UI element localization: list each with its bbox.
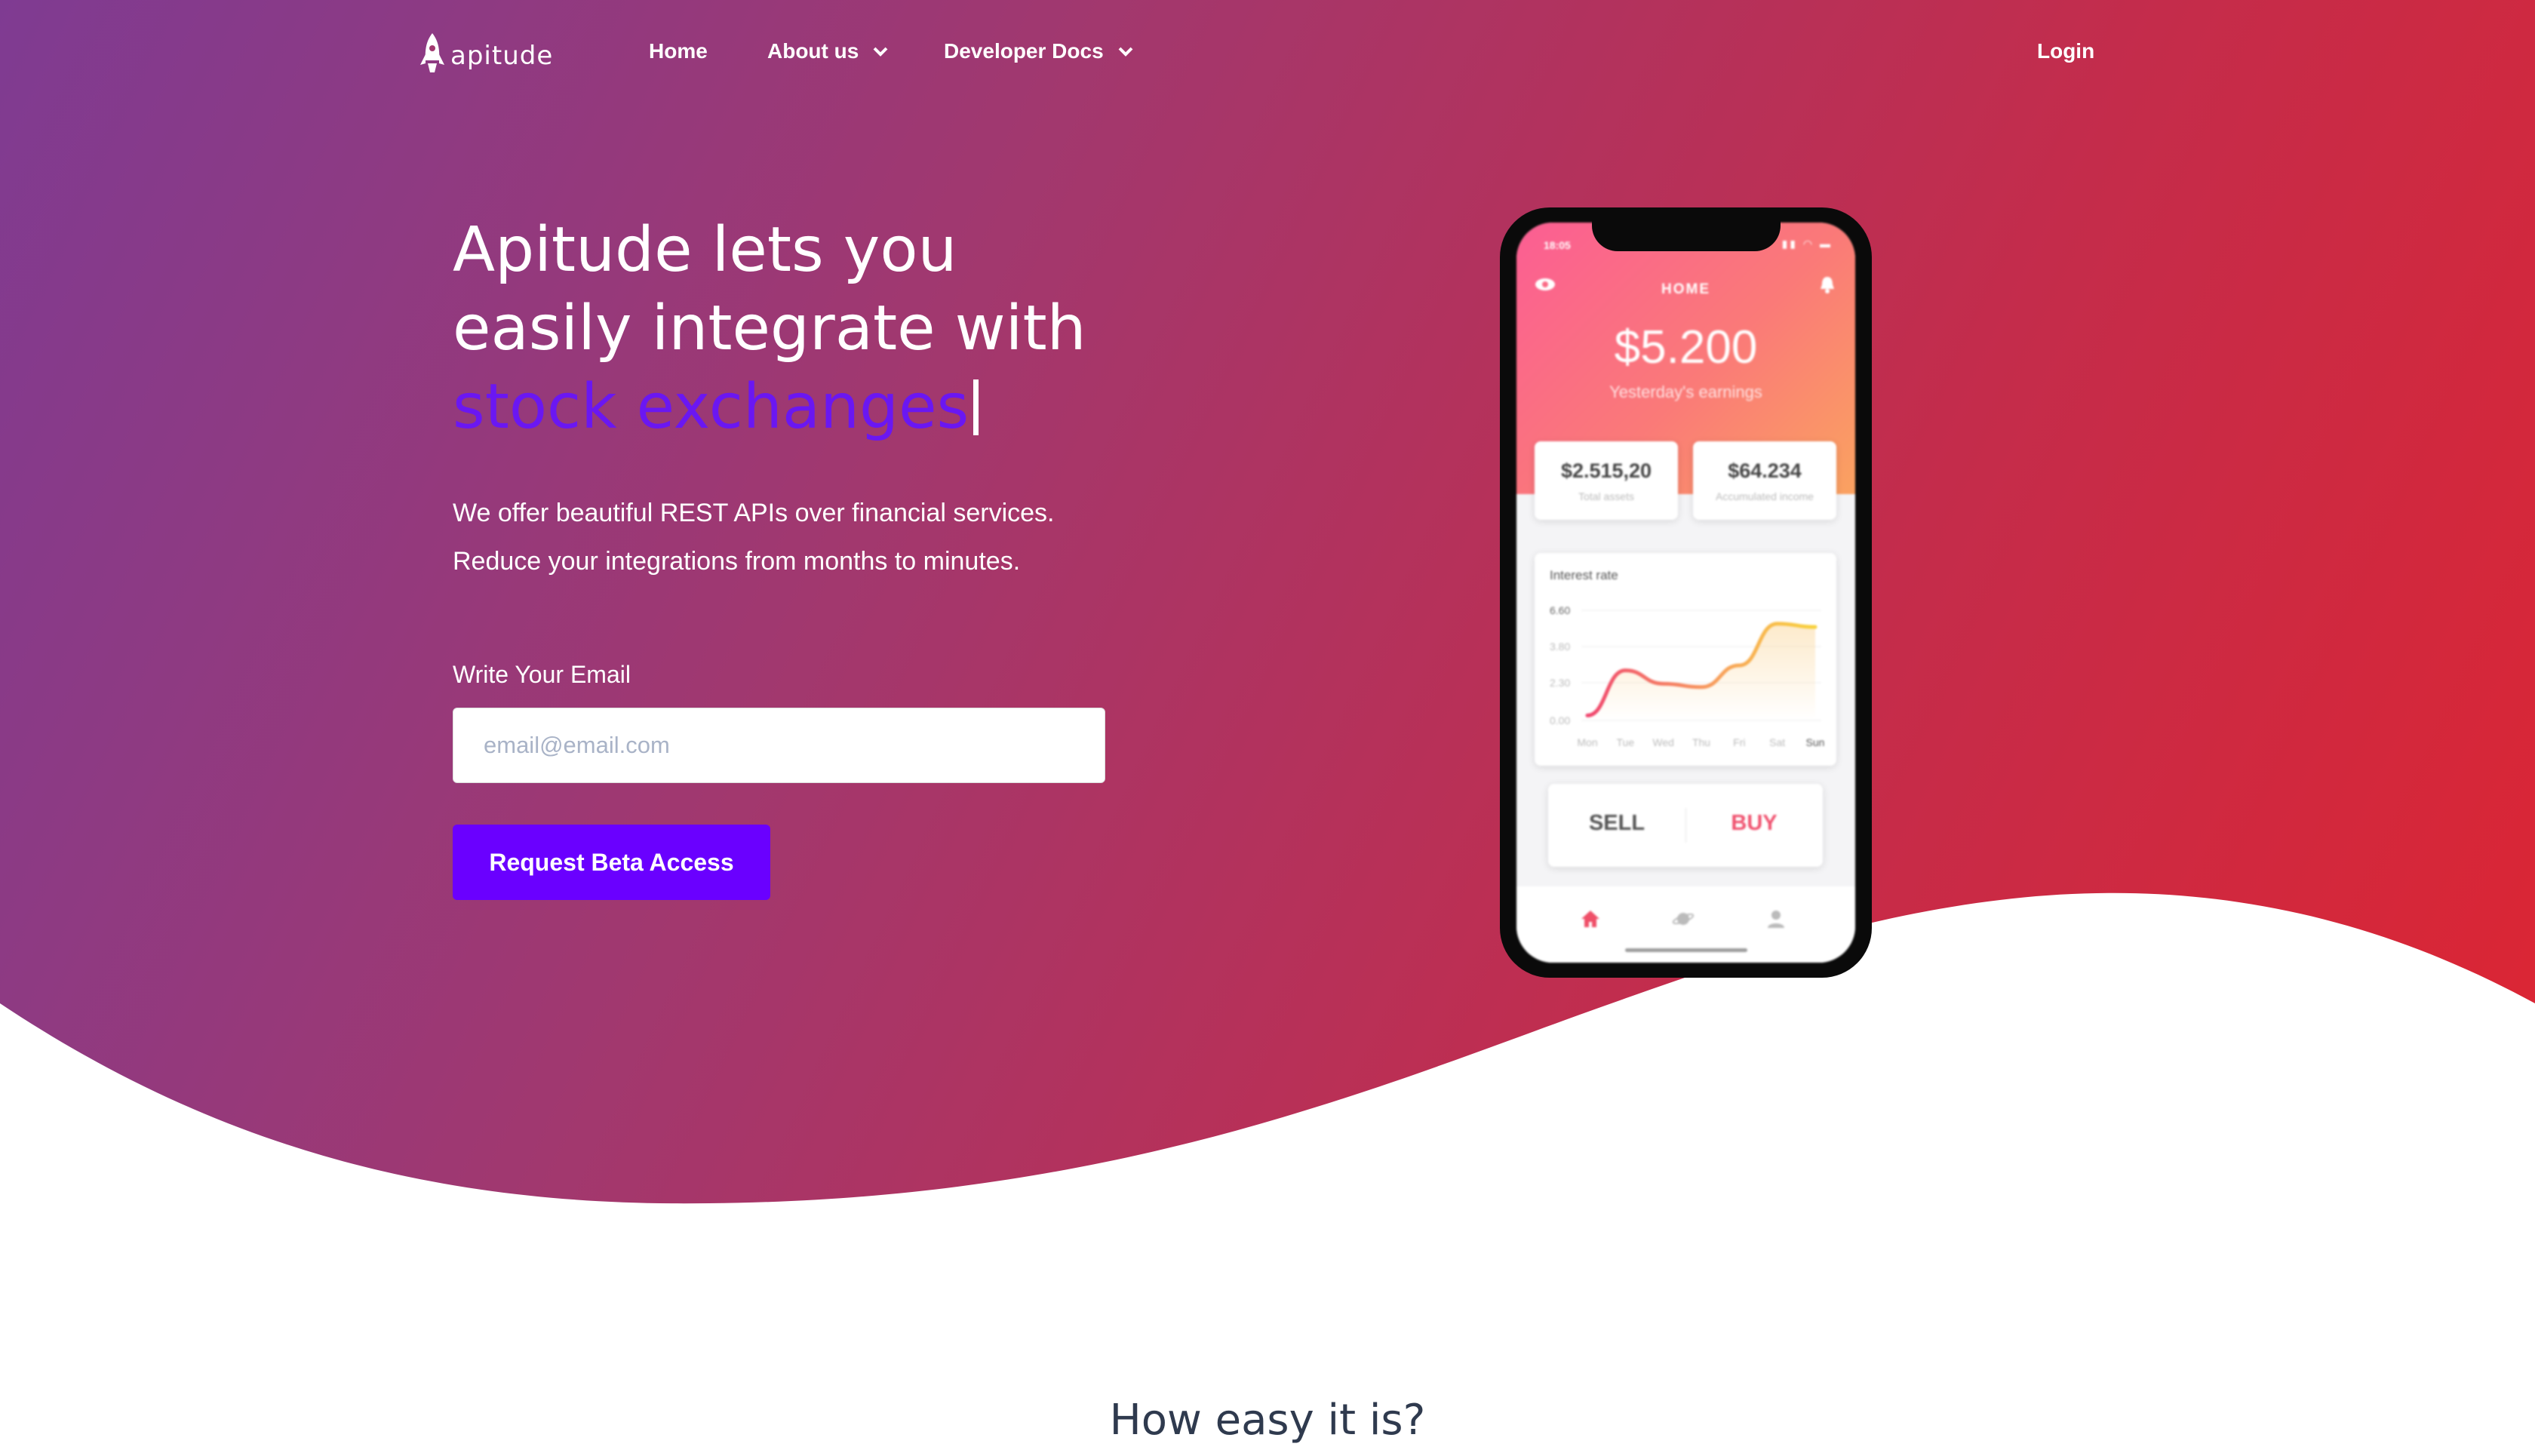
interest-line-chart: 6.60 3.80 2.30 0.00 Mon Tue Wed Thu Fri Sat Sun xyxy=(1550,604,1825,748)
y-tick-label: 2.30 xyxy=(1550,677,1570,689)
planet-icon[interactable] xyxy=(1672,908,1695,930)
subtext-line-1: We offer beautiful REST APIs over financ… xyxy=(453,499,1055,527)
hero-subtext: We offer beautiful REST APIs over financ… xyxy=(453,489,1207,585)
hero-wave xyxy=(0,830,2535,1207)
phone-screen: 18:05 ▮▮ ◠ ▬ HOME $5.200 Yesterday's ear… xyxy=(1516,223,1855,963)
hero-headline: Apitude lets you easily integrate with s… xyxy=(453,211,1132,447)
hero-background xyxy=(0,0,2535,1207)
status-time: 18:05 xyxy=(1544,239,1571,251)
total-assets-label: Total assets xyxy=(1578,490,1634,502)
interest-chart-card: Interest rate 6.60 3.80 2.30 0.00 Mon Tue Wed T… xyxy=(1535,553,1836,766)
nav-about-label: About us xyxy=(767,39,859,63)
x-tick-label: Fri xyxy=(1733,736,1745,748)
email-input[interactable] xyxy=(453,708,1105,783)
balance-caption: Yesterday's earnings xyxy=(1609,382,1762,401)
user-icon[interactable] xyxy=(1765,908,1787,930)
email-label: Write Your Email xyxy=(453,661,631,688)
nav-about-us[interactable]: About us xyxy=(767,39,889,63)
typing-cursor xyxy=(973,379,979,435)
rocket-icon xyxy=(420,33,444,72)
section-title: How easy it is? xyxy=(1109,1396,1426,1445)
balance-value: $5.200 xyxy=(1614,321,1758,373)
y-tick-label: 6.60 xyxy=(1550,604,1570,616)
nav-developer-docs[interactable]: Developer Docs xyxy=(944,39,1134,63)
y-tick-label: 3.80 xyxy=(1550,640,1570,653)
x-tick-label: Sun xyxy=(1806,736,1825,748)
status-icons: ▮▮ ◠ ▬ xyxy=(1781,238,1833,250)
chevron-down-icon xyxy=(873,47,888,57)
home-indicator xyxy=(1625,948,1747,952)
request-beta-button[interactable]: Request Beta Access xyxy=(453,825,770,900)
phone-notch xyxy=(1592,207,1781,251)
nav-home-label: Home xyxy=(649,39,708,63)
login-link[interactable]: Login xyxy=(2037,39,2094,63)
subtext-line-2: Reduce your integrations from months to … xyxy=(453,547,1021,576)
accumulated-card: $64.234 Accumulated income xyxy=(1693,441,1836,520)
bell-icon xyxy=(1821,277,1834,293)
headline-accent: stock exchanges xyxy=(453,371,969,443)
x-tick-label: Wed xyxy=(1652,736,1674,748)
x-tick-label: Mon xyxy=(1577,736,1597,748)
phone-mockup: 18:05 ▮▮ ◠ ▬ HOME $5.200 Yesterday's ear… xyxy=(1500,207,1872,978)
total-assets-card: $2.515,20 Total assets xyxy=(1535,441,1678,520)
sell-button[interactable]: SELL xyxy=(1548,811,1685,836)
login-label: Login xyxy=(2037,39,2095,63)
x-tick-label: Tue xyxy=(1617,736,1635,748)
logo[interactable]: apitude xyxy=(419,32,553,80)
headline-text: Apitude lets you easily integrate with xyxy=(453,214,1086,364)
buy-button[interactable]: BUY xyxy=(1685,811,1823,836)
x-tick-label: Sat xyxy=(1769,736,1785,748)
home-icon[interactable] xyxy=(1579,908,1602,930)
nav-home[interactable]: Home xyxy=(649,39,708,63)
accumulated-label: Accumulated income xyxy=(1716,490,1814,502)
phone-title: HOME xyxy=(1661,281,1710,297)
y-tick-label: 0.00 xyxy=(1550,714,1570,726)
top-navbar: apitude Home About us Developer Docs Log… xyxy=(0,0,2535,113)
total-assets-value: $2.515,20 xyxy=(1560,459,1652,482)
trade-card: SELL BUY xyxy=(1548,784,1823,867)
logo-text: apitude xyxy=(450,41,554,71)
phone-tabbar xyxy=(1516,886,1855,963)
nav-docs-label: Developer Docs xyxy=(944,39,1104,63)
accumulated-value: $64.234 xyxy=(1728,459,1802,482)
x-tick-label: Thu xyxy=(1692,736,1710,748)
chevron-down-icon xyxy=(1118,47,1133,57)
